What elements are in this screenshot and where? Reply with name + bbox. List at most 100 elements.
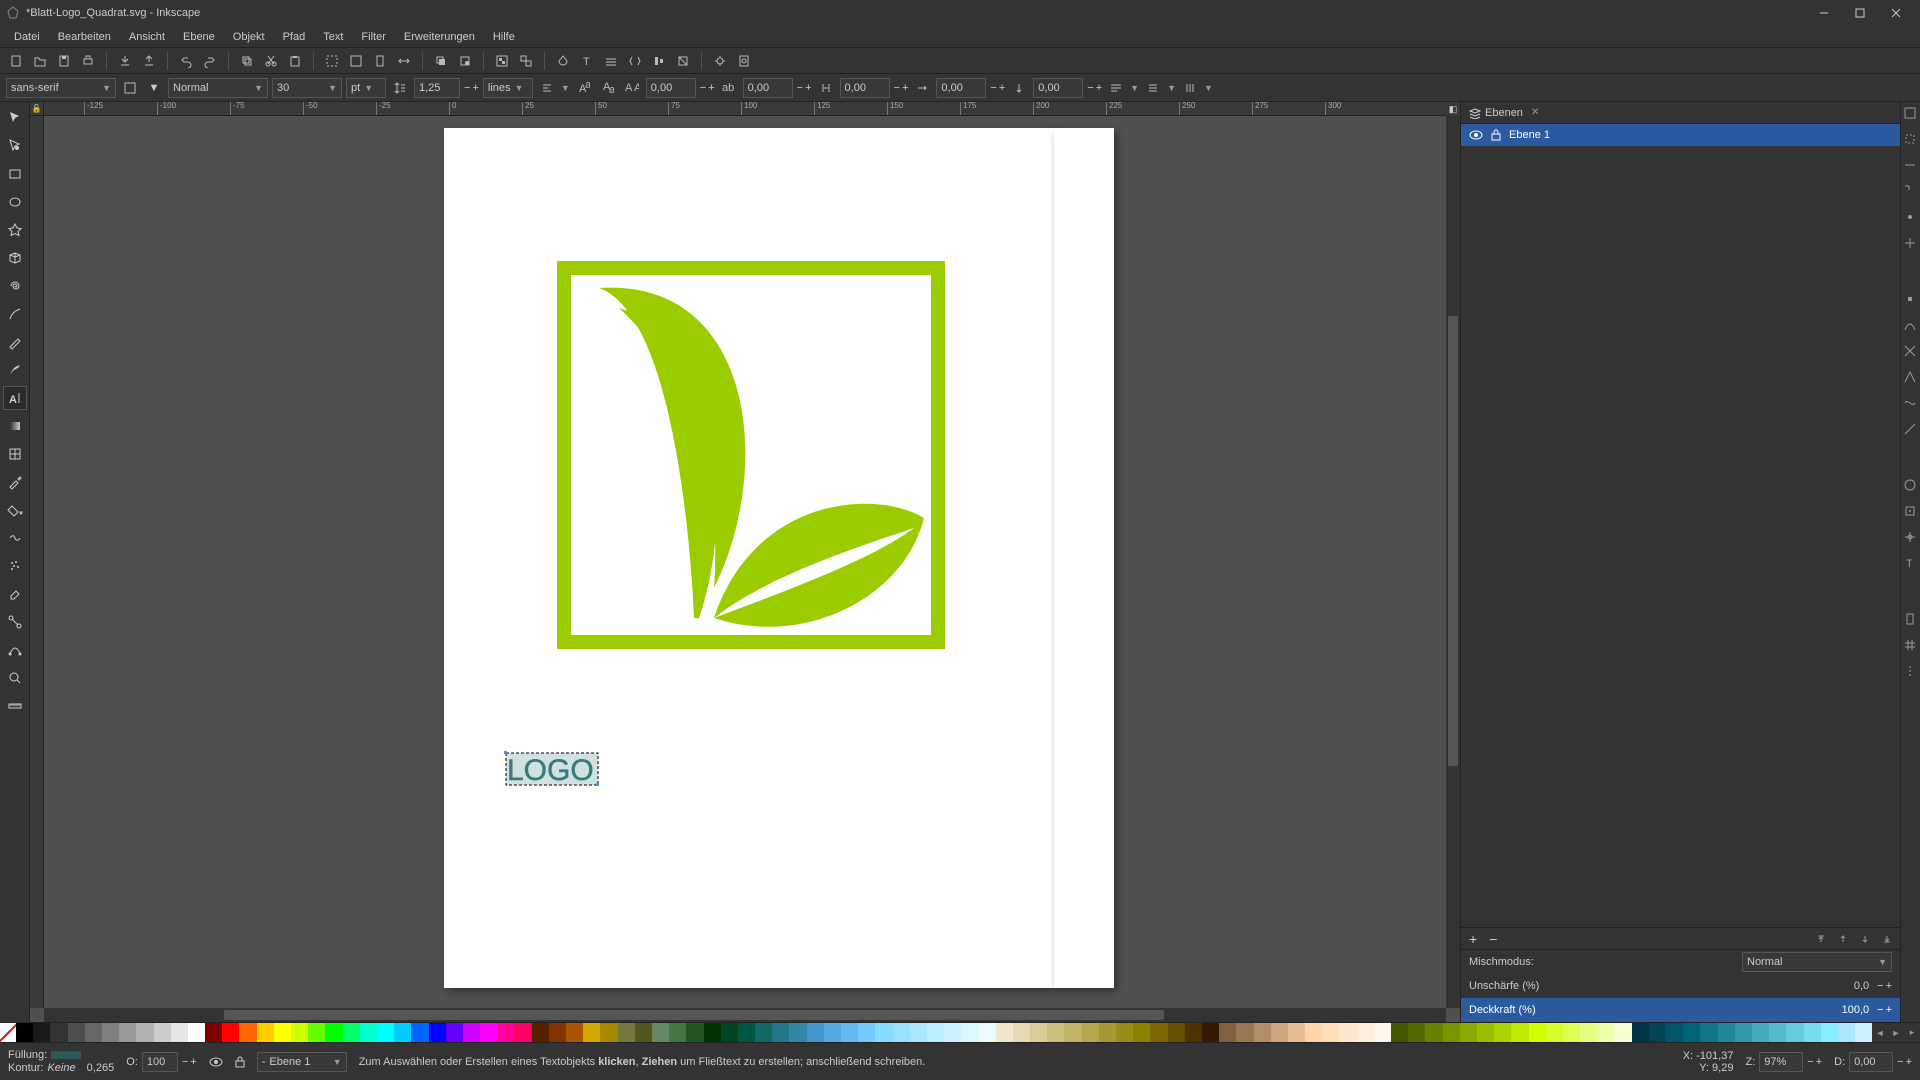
3dbox-tool[interactable]: [3, 246, 27, 270]
font-picker-button[interactable]: [120, 78, 140, 98]
transform-button[interactable]: [673, 51, 693, 71]
lock-icon[interactable]: [1491, 129, 1501, 141]
horizontal-scrollbar[interactable]: [44, 1008, 1446, 1022]
paste-button[interactable]: [285, 51, 305, 71]
color-swatch[interactable]: [325, 1023, 342, 1042]
snap-rotation-center-button[interactable]: [1903, 530, 1919, 546]
color-swatch[interactable]: [1219, 1023, 1236, 1042]
lower-bottom-button[interactable]: [1882, 934, 1892, 944]
color-swatch[interactable]: [549, 1023, 566, 1042]
writing-mode-button[interactable]: [1143, 78, 1163, 98]
line-height-spinner[interactable]: −+: [464, 82, 479, 94]
snap-page-button[interactable]: [1903, 612, 1919, 628]
chevron-down-icon[interactable]: ▼: [561, 83, 570, 93]
raise-button[interactable]: [1838, 934, 1848, 944]
color-swatch[interactable]: [1718, 1023, 1735, 1042]
color-swatch[interactable]: [841, 1023, 858, 1042]
calligraphy-tool[interactable]: [3, 358, 27, 382]
color-swatch[interactable]: [222, 1023, 239, 1042]
print-button[interactable]: [78, 51, 98, 71]
undo-button[interactable]: [176, 51, 196, 71]
color-swatch[interactable]: [1683, 1023, 1700, 1042]
close-panel-icon[interactable]: ✕: [1531, 107, 1539, 118]
snap-smooth-button[interactable]: [1903, 396, 1919, 412]
eraser-tool[interactable]: [3, 582, 27, 606]
fill-stroke-indicator[interactable]: Füllung: Kontur:Keine 0,265: [8, 1049, 114, 1074]
font-size-input[interactable]: [277, 82, 324, 94]
color-swatch[interactable]: [1030, 1023, 1047, 1042]
add-layer-button[interactable]: +: [1469, 931, 1477, 947]
tweak-tool[interactable]: [3, 526, 27, 550]
color-swatch[interactable]: [927, 1023, 944, 1042]
xml-button[interactable]: [625, 51, 645, 71]
color-swatch[interactable]: [1597, 1023, 1614, 1042]
zoom-page-button[interactable]: [370, 51, 390, 71]
menu-layer[interactable]: Ebene: [175, 29, 223, 45]
menu-edit[interactable]: Bearbeiten: [50, 29, 119, 45]
menu-extensions[interactable]: Erweiterungen: [396, 29, 483, 45]
color-swatch[interactable]: [652, 1023, 669, 1042]
font-size-combo[interactable]: ▼: [272, 78, 342, 98]
cut-button[interactable]: [261, 51, 281, 71]
color-swatch[interactable]: [944, 1023, 961, 1042]
opacity-indicator[interactable]: O: −+: [126, 1052, 197, 1072]
color-swatch[interactable]: [411, 1023, 428, 1042]
save-button[interactable]: [54, 51, 74, 71]
color-swatch[interactable]: [1529, 1023, 1546, 1042]
layers-panel-tab[interactable]: Ebenen ✕: [1461, 102, 1900, 124]
color-swatch[interactable]: [446, 1023, 463, 1042]
color-swatch[interactable]: [343, 1023, 360, 1042]
ruler-lock-icon[interactable]: 🔓: [30, 102, 44, 116]
vertical-ruler[interactable]: [30, 116, 44, 1008]
color-swatch[interactable]: [1133, 1023, 1150, 1042]
color-swatch[interactable]: [1443, 1023, 1460, 1042]
fill-stroke-button[interactable]: [553, 51, 573, 71]
color-swatch[interactable]: [1477, 1023, 1494, 1042]
dx-field[interactable]: [936, 78, 986, 98]
layer-row[interactable]: Ebene 1: [1461, 124, 1900, 146]
spray-tool[interactable]: [3, 554, 27, 578]
color-swatch[interactable]: [1511, 1023, 1528, 1042]
color-swatch[interactable]: [1116, 1023, 1133, 1042]
snap-path-button[interactable]: [1903, 318, 1919, 334]
color-swatch[interactable]: [686, 1023, 703, 1042]
color-swatch[interactable]: [1391, 1023, 1408, 1042]
copy-button[interactable]: [237, 51, 257, 71]
snap-edge-button[interactable]: [1903, 158, 1919, 174]
horizontal-ruler[interactable]: -125-100-75-50-2502550751001251501752002…: [44, 102, 1446, 116]
color-swatch[interactable]: [50, 1023, 67, 1042]
color-swatch[interactable]: [16, 1023, 33, 1042]
zoom-selection-button[interactable]: [322, 51, 342, 71]
color-swatch[interactable]: [738, 1023, 755, 1042]
color-swatch[interactable]: [772, 1023, 789, 1042]
color-swatch[interactable]: [1357, 1023, 1374, 1042]
color-swatch[interactable]: [1254, 1023, 1271, 1042]
color-swatch[interactable]: [755, 1023, 772, 1042]
color-swatch[interactable]: [1821, 1023, 1838, 1042]
new-file-button[interactable]: [6, 51, 26, 71]
color-swatch[interactable]: [1666, 1023, 1683, 1042]
palette-scroll-left[interactable]: ◄: [1872, 1023, 1888, 1042]
ungroup-button[interactable]: [516, 51, 536, 71]
color-swatch[interactable]: [618, 1023, 635, 1042]
snap-other-button[interactable]: [1903, 478, 1919, 494]
color-swatch[interactable]: [1804, 1023, 1821, 1042]
color-swatch[interactable]: [566, 1023, 583, 1042]
menu-filter[interactable]: Filter: [353, 29, 393, 45]
export-button[interactable]: [139, 51, 159, 71]
snap-text-button[interactable]: T: [1903, 556, 1919, 572]
zoom-control[interactable]: Z: −+: [1745, 1052, 1822, 1072]
color-swatch[interactable]: [1082, 1023, 1099, 1042]
color-swatch[interactable]: [721, 1023, 738, 1042]
color-swatch[interactable]: [154, 1023, 171, 1042]
node-tool[interactable]: [3, 134, 27, 158]
rect-tool[interactable]: [3, 162, 27, 186]
snap-bbox-button[interactable]: [1903, 132, 1919, 148]
align-left-button[interactable]: [537, 78, 557, 98]
color-swatch[interactable]: [1374, 1023, 1391, 1042]
color-swatch[interactable]: [1546, 1023, 1563, 1042]
font-style-combo[interactable]: Normal ▼: [168, 78, 268, 98]
open-file-button[interactable]: [30, 51, 50, 71]
color-swatch[interactable]: [257, 1023, 274, 1042]
color-swatch[interactable]: [961, 1023, 978, 1042]
